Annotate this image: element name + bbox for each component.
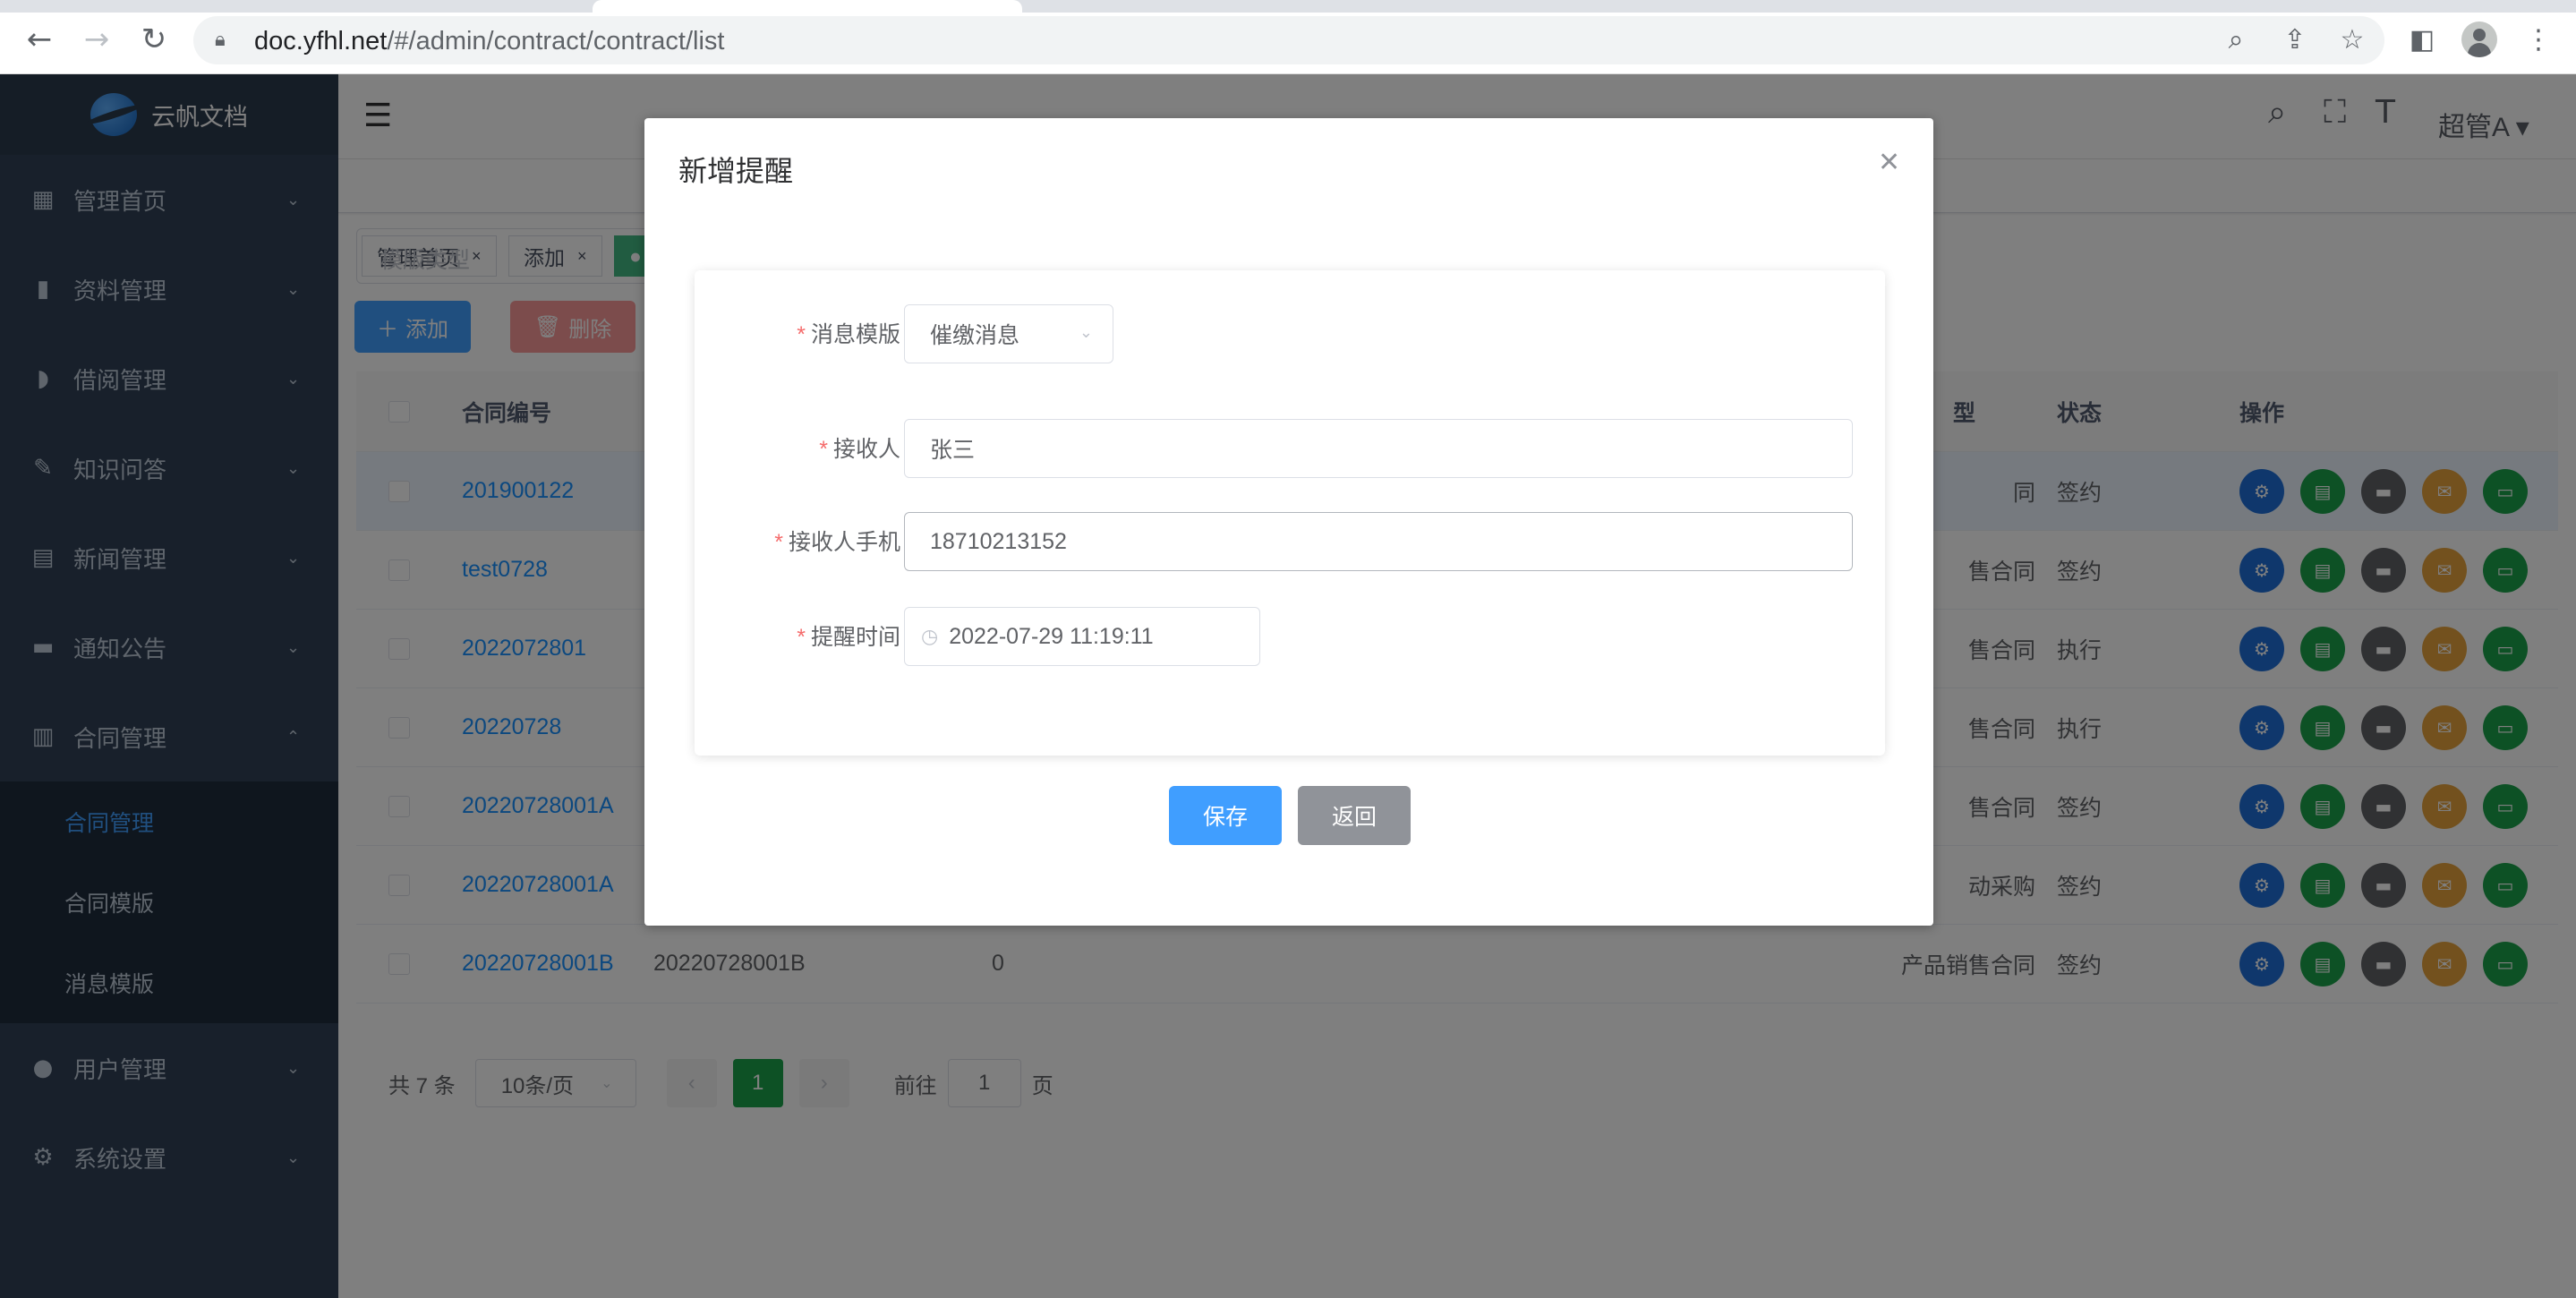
save-button[interactable]: 保存: [1169, 786, 1282, 845]
back-button[interactable]: 返回: [1298, 786, 1411, 845]
sidepanel-icon[interactable]: ◧: [2404, 21, 2440, 57]
reminder-form: * 消息模版 催缴消息 ⌄ * 接收人 张三 * 接收人手机 18710213152 *…: [695, 270, 1885, 756]
lock-icon: 🔒︎: [215, 29, 226, 51]
time-label: * 提醒时间: [797, 625, 900, 650]
forward-icon[interactable]: →: [79, 21, 115, 57]
clock-icon: ◷: [921, 625, 939, 648]
template-select[interactable]: 催缴消息 ⌄: [904, 304, 1113, 363]
browser-chrome: ← → ↻ 🔒︎ doc.yfhl.net/#/admin/contract/c…: [0, 0, 2576, 74]
profile-avatar[interactable]: [2461, 21, 2497, 57]
tab-strip: [0, 0, 2576, 13]
phone-label: * 接收人手机: [774, 530, 900, 555]
active-tab[interactable]: [593, 0, 1022, 13]
template-label: * 消息模版: [797, 322, 900, 347]
share-icon[interactable]: ⇪: [2277, 21, 2313, 57]
reminder-time-picker[interactable]: ◷ 2022-07-29 11:19:11: [904, 607, 1260, 666]
receiver-label: * 接收人: [819, 437, 900, 462]
phone-input[interactable]: 18710213152: [904, 512, 1853, 571]
url-text: doc.yfhl.net/#/admin/contract/contract/l…: [254, 27, 725, 56]
receiver-input[interactable]: 张三: [904, 419, 1853, 478]
zoom-icon[interactable]: ⌕: [2218, 21, 2254, 57]
reload-icon[interactable]: ↻: [136, 21, 172, 57]
dialog-title: 新增提醒: [678, 155, 794, 187]
address-bar[interactable]: 🔒︎ doc.yfhl.net/#/admin/contract/contrac…: [193, 16, 2384, 64]
chevron-down-icon: ⌄: [1079, 323, 1093, 342]
back-icon[interactable]: ←: [21, 21, 57, 57]
more-menu-icon[interactable]: ⋮: [2521, 21, 2556, 57]
star-icon[interactable]: ☆: [2334, 21, 2370, 57]
add-reminder-dialog: 新增提醒 ✕ * 消息模版 催缴消息 ⌄ * 接收人 张三 * 接收人手机 187102…: [644, 118, 1933, 926]
close-icon[interactable]: ✕: [1878, 147, 1900, 178]
